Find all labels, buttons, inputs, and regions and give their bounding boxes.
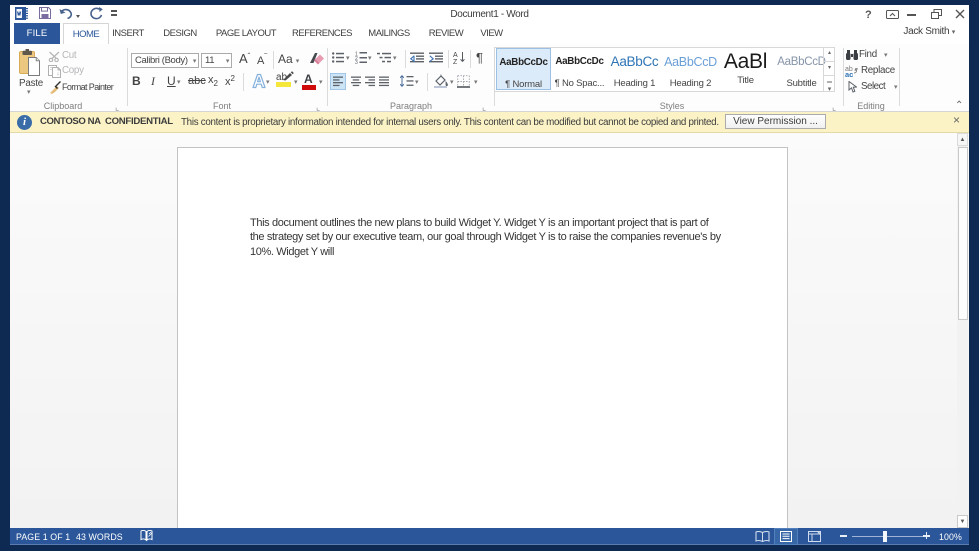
svg-text:A: A	[453, 52, 458, 59]
svg-text:3: 3	[355, 60, 358, 64]
svg-text:ac: ac	[845, 70, 853, 77]
svg-text:Z: Z	[453, 59, 458, 64]
